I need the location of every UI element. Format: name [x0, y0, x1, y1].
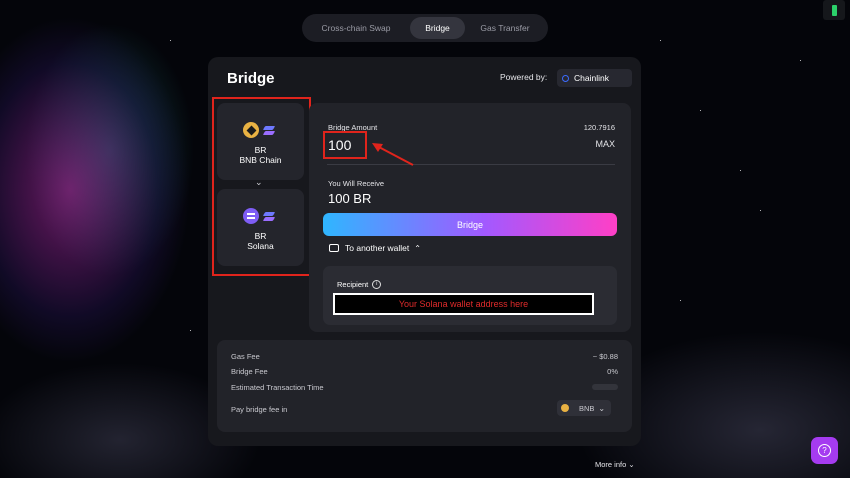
chainlink-icon: [562, 74, 569, 82]
more-info-link[interactable]: More info ⌄: [595, 460, 635, 469]
page-title: Bridge: [227, 70, 275, 87]
bridge-button[interactable]: Bridge: [323, 213, 617, 236]
chevron-down-icon: ⌄: [598, 403, 606, 413]
time-value-placeholder: [592, 383, 618, 392]
chevron-up-icon: ⌃: [414, 243, 421, 253]
bridge-fee-value: 0%: [607, 367, 618, 376]
fee-token-value: BNB: [579, 403, 595, 413]
info-icon[interactable]: i: [372, 280, 382, 289]
gas-fee-label: Gas Fee: [231, 352, 260, 361]
receive-label: You Will Receive: [328, 179, 384, 188]
another-wallet-toggle[interactable]: To another wallet ⌃: [329, 243, 421, 253]
tab-gas-transfer[interactable]: Gas Transfer: [465, 17, 545, 39]
help-icon: ?: [818, 444, 831, 457]
recipient-label-row: Recipient i: [337, 280, 382, 289]
fee-token-select[interactable]: BNB ⌄: [557, 400, 611, 416]
pay-fee-label: Pay bridge fee in: [231, 405, 288, 414]
annotation-arrow: [372, 143, 414, 166]
time-label: Estimated Transaction Time: [231, 383, 324, 392]
chevron-down-icon: ⌄: [628, 460, 635, 469]
bnb-coin-icon: [561, 404, 569, 412]
tab-bridge[interactable]: Bridge: [410, 17, 465, 39]
recipient-address-input[interactable]: [333, 293, 594, 315]
more-info-label: More info: [595, 460, 627, 469]
fee-details: Gas Fee ~ $0.88 Bridge Fee 0% Estimated …: [217, 340, 632, 432]
bridge-panel: Bridge Powered by: Chainlink BR BNB Chai…: [208, 57, 641, 446]
bridge-fee-row: Bridge Fee 0%: [231, 367, 618, 376]
recipient-label: Recipient: [337, 280, 369, 289]
tab-cross-chain-swap[interactable]: Cross-chain Swap: [305, 17, 407, 39]
powered-by-label: Powered by:: [500, 72, 548, 82]
bridge-fee-label: Bridge Fee: [231, 367, 268, 376]
wallet-icon: [329, 244, 339, 252]
time-row: Estimated Transaction Time: [231, 383, 618, 392]
recipient-section: Recipient i: [323, 266, 617, 325]
wallet-connect-button[interactable]: [823, 0, 845, 20]
balance-value: 120.7916: [583, 123, 615, 132]
gas-fee-value: ~ $0.88: [592, 352, 618, 361]
gas-fee-row: Gas Fee ~ $0.88: [231, 352, 618, 361]
chainlink-badge[interactable]: Chainlink: [557, 69, 632, 87]
max-button[interactable]: MAX: [595, 139, 615, 149]
mode-tabs: Cross-chain Swap Bridge Gas Transfer: [302, 14, 548, 42]
amount-highlight-box: [323, 131, 367, 159]
wallet-icon: [831, 4, 837, 16]
pay-fee-row: Pay bridge fee in BNB ⌄: [231, 400, 618, 416]
bridge-form: Bridge Amount 120.7916 MAX You Will Rece…: [309, 103, 631, 332]
chainlink-label: Chainlink: [574, 73, 609, 83]
chain-highlight-box: [212, 97, 311, 276]
another-wallet-label: To another wallet: [345, 243, 410, 253]
help-chat-button[interactable]: ?: [811, 437, 838, 464]
receive-value: 100 BR: [328, 191, 372, 206]
